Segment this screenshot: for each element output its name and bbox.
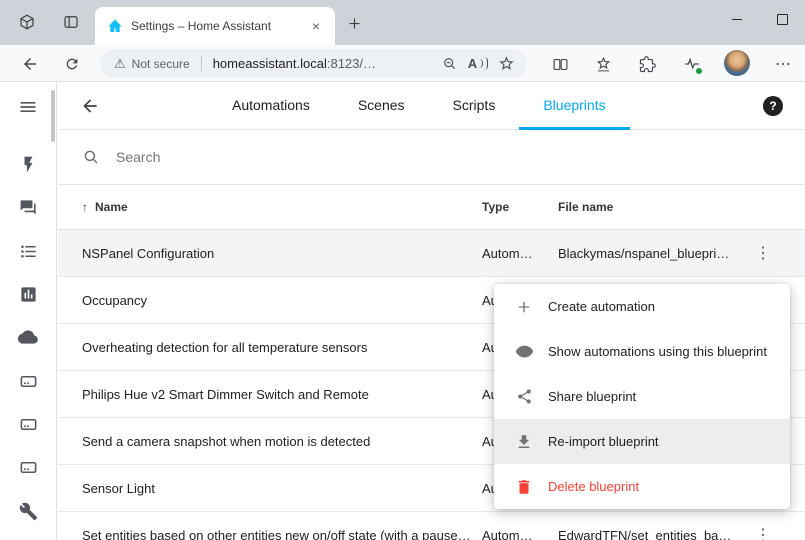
sidebar-item-todo[interactable] xyxy=(16,239,40,263)
tab-automations[interactable]: Automations xyxy=(208,82,334,130)
menu-item-create-automation[interactable]: Create automation xyxy=(494,284,790,329)
url-host: homeassistant.local xyxy=(213,56,327,71)
address-bar[interactable]: ⚠ Not secure homeassistant.local:8123/… … xyxy=(100,49,527,78)
table-row[interactable]: Set entities based on other entities new… xyxy=(58,512,805,540)
row-file: Blackymas/nspanel_blueprin… xyxy=(558,246,743,261)
row-name: Send a camera snapshot when motion is de… xyxy=(82,434,482,449)
trash-icon xyxy=(514,477,534,497)
menu-item-show-automations[interactable]: Show automations using this blueprint xyxy=(494,329,790,374)
ha-back-icon[interactable] xyxy=(80,96,100,116)
row-name: Sensor Light xyxy=(82,481,482,496)
table-header: ↑ Name Type File name xyxy=(58,185,805,230)
row-type: Autom… xyxy=(482,528,558,540)
row-name: Overheating detection for all temperatur… xyxy=(82,340,482,355)
search-input[interactable] xyxy=(116,149,436,165)
row-overflow-menu-icon[interactable]: ⋮ xyxy=(751,523,775,540)
not-secure-warning-icon: ⚠ xyxy=(114,56,126,72)
sidebar xyxy=(0,82,57,540)
new-tab-button[interactable] xyxy=(344,13,364,33)
tab-title: Settings – Home Assistant xyxy=(131,19,307,33)
sidebar-item-addon-1[interactable] xyxy=(16,369,40,393)
menu-item-share-blueprint[interactable]: Share blueprint xyxy=(494,374,790,419)
hamburger-menu-icon[interactable] xyxy=(16,95,40,119)
search-bar xyxy=(58,130,805,185)
tab-close-icon[interactable]: × xyxy=(307,17,325,35)
server-icon xyxy=(19,458,38,477)
row-file: EdwardTFN/set_entities_bas… xyxy=(558,528,743,540)
row-name: Set entities based on other entities new… xyxy=(82,528,482,540)
row-name: Philips Hue v2 Smart Dimmer Switch and R… xyxy=(82,387,482,402)
vertical-tabs-icon[interactable] xyxy=(60,11,82,33)
menu-item-reimport-blueprint[interactable]: Re-import blueprint xyxy=(494,419,790,464)
sidebar-item-tools[interactable] xyxy=(16,499,40,523)
read-aloud-icon[interactable]: A xyxy=(467,53,489,75)
more-menu-icon[interactable]: ⋯ xyxy=(771,52,795,76)
server-icon xyxy=(19,372,38,391)
browser-essentials-icon[interactable] xyxy=(680,52,704,76)
column-header-file[interactable]: File name xyxy=(558,200,743,214)
menu-item-delete-blueprint[interactable]: Delete blueprint xyxy=(494,464,790,509)
extensions-icon[interactable] xyxy=(635,52,659,76)
favorites-icon[interactable] xyxy=(591,52,615,76)
sidebar-item-addon-3[interactable] xyxy=(16,455,40,479)
row-type: Autom… xyxy=(482,246,558,261)
row-name: NSPanel Configuration xyxy=(82,246,482,261)
sidebar-item-cloud[interactable] xyxy=(16,325,40,349)
tab-scenes[interactable]: Scenes xyxy=(334,82,429,130)
search-icon xyxy=(82,148,100,166)
favorite-star-icon[interactable] xyxy=(495,53,517,75)
ha-header: Automations Scenes Scripts Blueprints ? xyxy=(58,82,805,130)
address-divider xyxy=(201,56,202,71)
browser-tab-strip: Settings – Home Assistant × xyxy=(0,0,805,45)
tab-scripts[interactable]: Scripts xyxy=(429,82,520,130)
chart-icon xyxy=(19,285,38,304)
essentials-status-dot xyxy=(695,67,703,75)
sidebar-item-logbook[interactable] xyxy=(16,195,40,219)
forum-icon xyxy=(19,198,38,217)
tab-blueprints[interactable]: Blueprints xyxy=(519,82,629,130)
column-header-type[interactable]: Type xyxy=(482,200,558,214)
server-icon xyxy=(19,415,38,434)
sidebar-scrollbar[interactable] xyxy=(51,90,55,142)
back-icon[interactable] xyxy=(18,52,42,76)
share-icon xyxy=(514,387,534,407)
row-name: Occupancy xyxy=(82,293,482,308)
sidebar-item-addon-2[interactable] xyxy=(16,412,40,436)
column-header-name[interactable]: ↑ Name xyxy=(82,200,482,214)
security-label[interactable]: Not secure xyxy=(132,57,190,71)
browser-tab[interactable]: Settings – Home Assistant × xyxy=(95,7,335,45)
blueprint-context-menu: Create automation Show automations using… xyxy=(494,284,790,509)
maximize-button[interactable] xyxy=(759,0,805,38)
url-path: :8123/… xyxy=(327,56,376,71)
split-screen-icon[interactable] xyxy=(548,52,572,76)
home-assistant-favicon xyxy=(107,18,123,34)
browser-toolbar: ⚠ Not secure homeassistant.local:8123/… … xyxy=(0,45,805,82)
zoom-icon[interactable] xyxy=(439,53,461,75)
sort-ascending-icon: ↑ xyxy=(82,200,88,214)
help-icon[interactable]: ? xyxy=(763,96,783,116)
minimize-button[interactable] xyxy=(714,0,760,38)
profile-avatar[interactable] xyxy=(724,50,750,76)
plus-icon xyxy=(514,297,534,317)
list-icon xyxy=(19,242,38,261)
sidebar-item-energy[interactable] xyxy=(16,152,40,176)
lightning-icon xyxy=(19,155,38,174)
refresh-icon[interactable] xyxy=(60,52,84,76)
workspaces-icon[interactable] xyxy=(16,11,38,33)
wrench-icon xyxy=(19,502,38,521)
table-row[interactable]: NSPanel Configuration Autom… Blackymas/n… xyxy=(58,230,805,277)
cloud-icon xyxy=(18,327,38,347)
download-icon xyxy=(514,432,534,452)
row-overflow-menu-icon[interactable]: ⋮ xyxy=(751,241,775,265)
sidebar-item-history[interactable] xyxy=(16,282,40,306)
ha-tab-bar: Automations Scenes Scripts Blueprints xyxy=(208,82,630,130)
eye-icon xyxy=(514,342,534,362)
url-text[interactable]: homeassistant.local:8123/… xyxy=(213,56,376,71)
